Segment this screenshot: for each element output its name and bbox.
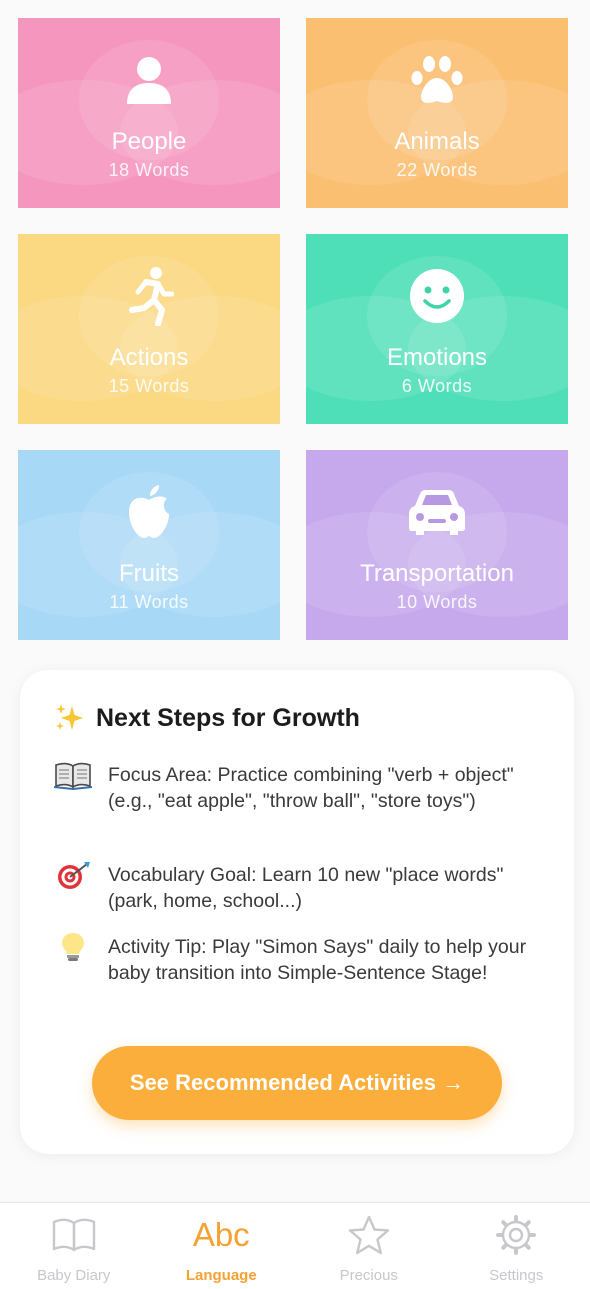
tip-vocabulary-goal: Vocabulary Goal: Learn 10 new "place wor… xyxy=(54,862,544,914)
abc-icon: Abc xyxy=(193,1215,250,1255)
tip-text: Activity Tip: Play "Simon Says" daily to… xyxy=(108,936,527,984)
tab-label: Language xyxy=(185,1267,257,1284)
tip-activity: Activity Tip: Play "Simon Says" daily to… xyxy=(54,933,544,986)
category-title: Fruits xyxy=(119,560,179,587)
tab-label: Precious xyxy=(339,1267,398,1284)
panel-title: Next Steps for Growth xyxy=(96,703,360,732)
category-word-count: 6 Words xyxy=(401,376,473,396)
gear-icon xyxy=(496,1215,537,1255)
tip-text: Focus Area: Practice combining "verb + o… xyxy=(108,764,514,812)
sparkles-icon xyxy=(56,704,83,730)
category-title: Transportation xyxy=(360,560,514,587)
category-card-actions[interactable]: Actions 15 Words xyxy=(18,234,280,424)
next-steps-header: Next Steps for Growth xyxy=(54,702,360,734)
smiley-icon xyxy=(306,266,568,326)
category-word-count: 10 Words xyxy=(396,592,478,612)
see-recommended-activities-button[interactable]: See Recommended Activities → xyxy=(92,1046,502,1120)
paw-icon xyxy=(306,50,568,110)
category-word-count: 11 Words xyxy=(109,592,189,612)
car-icon xyxy=(306,482,568,542)
category-card-animals[interactable]: Animals 22 Words xyxy=(306,18,568,208)
category-word-count: 18 Words xyxy=(108,160,190,180)
category-card-people[interactable]: People 18 Words xyxy=(18,18,280,208)
category-word-count: 15 Words xyxy=(108,376,190,396)
lightbulb-icon xyxy=(62,933,84,961)
book-icon xyxy=(54,762,92,790)
category-card-fruits[interactable]: Fruits 11 Words xyxy=(18,450,280,640)
star-icon xyxy=(348,1215,390,1255)
abc-icon-text: Abc xyxy=(192,1216,250,1253)
tab-language[interactable]: Abc Language xyxy=(148,1203,296,1289)
category-card-emotions[interactable]: Emotions 6 Words xyxy=(306,234,568,424)
apple-icon xyxy=(18,482,280,542)
tab-label: Baby Diary xyxy=(37,1267,111,1284)
next-steps-panel: Next Steps for Growth Focus Area: Practi… xyxy=(20,670,574,1154)
category-title: Emotions xyxy=(386,344,488,371)
category-title: Animals xyxy=(394,128,480,155)
tab-precious[interactable]: Precious xyxy=(295,1203,443,1289)
category-word-count: 22 Words xyxy=(396,160,478,180)
tip-text: Vocabulary Goal: Learn 10 new "place wor… xyxy=(108,864,504,912)
category-title: Actions xyxy=(109,344,189,371)
running-icon xyxy=(18,266,280,326)
tab-label: Settings xyxy=(489,1267,544,1284)
category-grid: People 18 Words Animals 22 Words Actions… xyxy=(18,18,570,640)
bottom-tab-bar: Baby Diary Abc Language Precious Setting… xyxy=(0,1202,590,1289)
tab-baby-diary[interactable]: Baby Diary xyxy=(0,1203,148,1289)
category-title: People xyxy=(111,128,187,155)
tab-settings[interactable]: Settings xyxy=(443,1203,590,1289)
category-card-transportation[interactable]: Transportation 10 Words xyxy=(306,450,568,640)
target-icon xyxy=(58,862,90,889)
person-icon xyxy=(18,50,280,110)
book-icon xyxy=(52,1215,96,1255)
tip-focus-area: Focus Area: Practice combining "verb + o… xyxy=(54,762,544,814)
